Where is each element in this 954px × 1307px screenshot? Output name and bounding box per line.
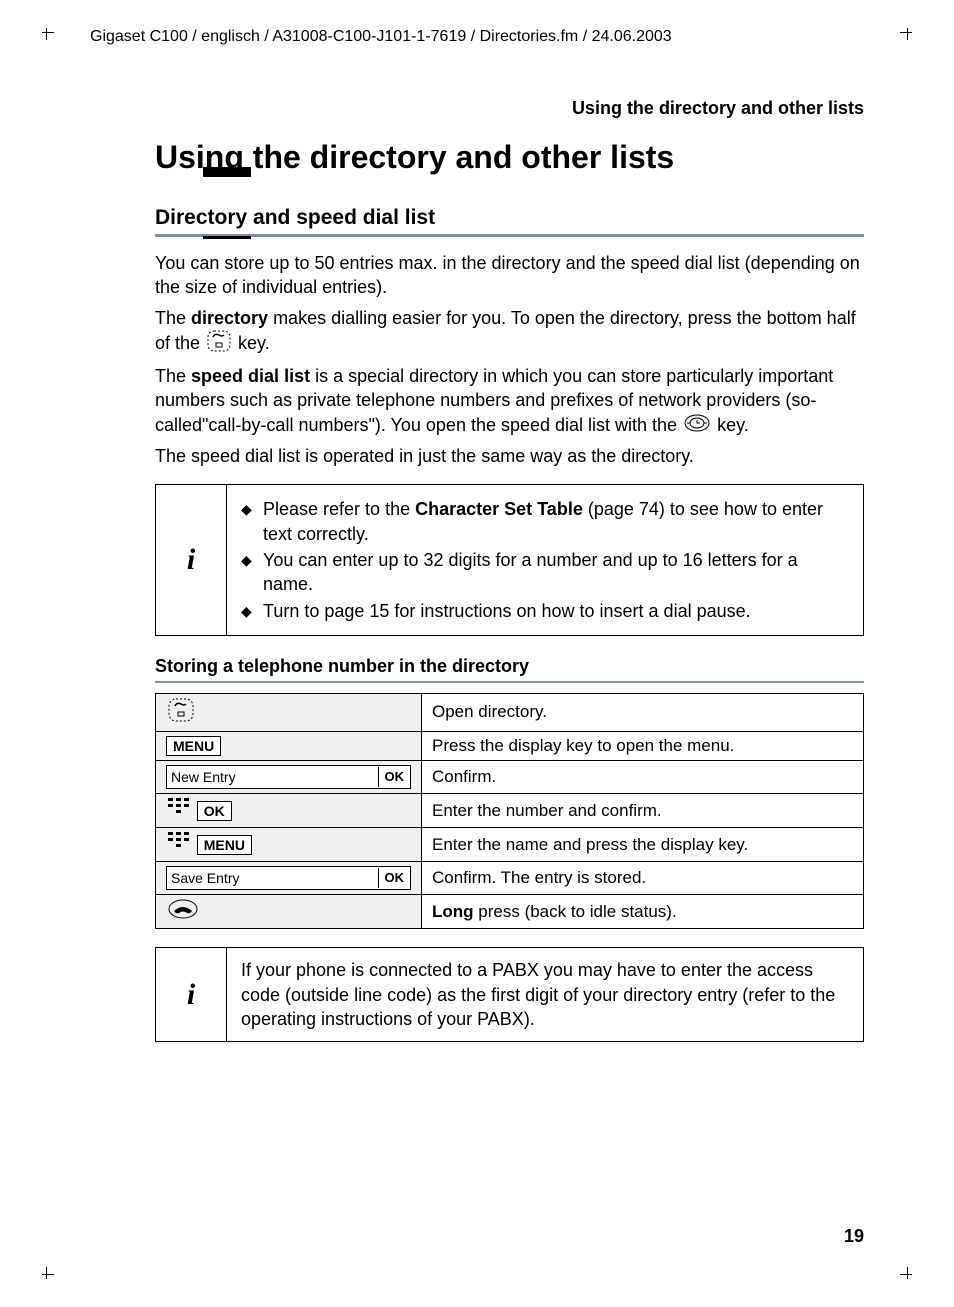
paragraph: You can store up to 50 entries max. in t… [155,251,864,300]
page-number: 19 [844,1226,864,1247]
info-icon: i [156,485,227,634]
doc-header-line: Gigaset C100 / englisch / A31008-C100-J1… [90,28,894,46]
speed-dial-key-icon [684,414,710,438]
menu-key: MENU [197,835,252,855]
table-row: Open directory. [156,693,864,731]
directory-key-icon [207,330,231,358]
paragraph: The speed dial list is operated in just … [155,444,864,468]
table-row: MENU Press the display key to open the m… [156,731,864,761]
table-row: OK Enter the number and confirm. [156,794,864,828]
hangup-key-icon [168,899,198,924]
step-action: Press the display key to open the menu. [422,731,864,761]
table-row: Save Entry OK Confirm. The entry is stor… [156,862,864,895]
info-box: i Please refer to the Character Set Tabl… [155,484,864,635]
keypad-icon [168,798,190,823]
display-entry: Save Entry OK [166,866,411,890]
display-entry: New Entry OK [166,765,411,789]
step-action: Open directory. [422,693,864,731]
keypad-icon [168,832,190,857]
info-box: i If your phone is connected to a PABX y… [155,947,864,1042]
info-text: If your phone is connected to a PABX you… [227,948,863,1041]
ok-key: OK [197,801,232,821]
table-row: MENU Enter the name and press the displa… [156,828,864,862]
info-bullet: Turn to page 15 for instructions on how … [241,599,849,623]
table-row: Long press (back to idle status). [156,895,864,929]
running-head: Using the directory and other lists [60,98,864,119]
table-row: New Entry OK Confirm. [156,761,864,794]
paragraph: The speed dial list is a special directo… [155,364,864,438]
info-bullet: Please refer to the Character Set Table … [241,497,849,546]
section-heading: Directory and speed dial list [155,206,864,230]
step-action: Enter the number and confirm. [422,794,864,828]
step-action: Confirm. The entry is stored. [422,862,864,895]
info-bullet: You can enter up to 32 digits for a numb… [241,548,849,597]
menu-key: MENU [166,736,221,756]
step-action: Enter the name and press the display key… [422,828,864,862]
step-action: Long press (back to idle status). [422,895,864,929]
info-icon: i [156,948,227,1041]
step-action: Confirm. [422,761,864,794]
subsection-heading: Storing a telephone number in the direct… [155,656,864,677]
paragraph: The directory makes dialling easier for … [155,306,864,359]
steps-table: Open directory. MENU Press the display k… [155,693,864,930]
page-title: Using the directory and other lists [155,139,864,176]
directory-key-icon [168,698,194,727]
